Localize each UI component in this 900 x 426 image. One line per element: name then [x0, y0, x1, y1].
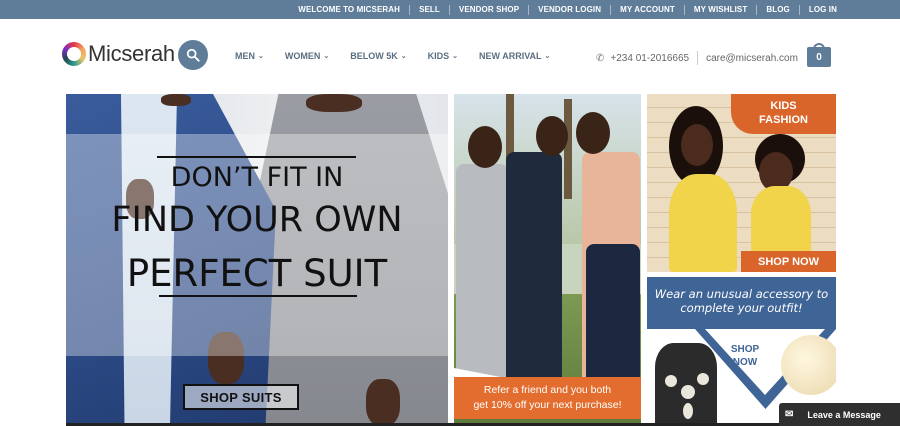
nav-item-new-arrival[interactable]: NEW ARRIVAL ⌄ — [479, 51, 550, 61]
top-link-vendor-login[interactable]: VENDOR LOGIN — [528, 4, 610, 15]
chevron-down-icon: ⌄ — [452, 53, 459, 60]
search-icon — [186, 48, 200, 62]
kids-fashion-badge: KIDS FASHION — [731, 94, 836, 134]
gem-image — [697, 373, 709, 385]
logo-icon — [62, 42, 86, 66]
girl-image — [751, 186, 811, 256]
chevron-down-icon: ⌄ — [258, 53, 264, 60]
top-bar: WELCOME TO MICSERAH SELL VENDOR SHOP VEN… — [0, 0, 900, 19]
nav-label: NEW ARRIVAL — [479, 51, 542, 61]
head-image — [468, 126, 502, 168]
shop-now-line-2: NOW — [732, 357, 758, 368]
refer-friend-promo[interactable]: Refer a friend and you both get 10% off … — [454, 377, 641, 419]
phone-icon: ✆ — [596, 52, 605, 64]
hero-rule-bottom — [159, 295, 357, 297]
shop-suits-button[interactable]: SHOP SUITS — [183, 384, 299, 410]
cart-count: 0 — [807, 47, 831, 67]
top-link-welcome[interactable]: WELCOME TO MICSERAH — [289, 5, 409, 15]
logo-text: Micserah — [88, 41, 175, 66]
cart-button[interactable]: 0 — [807, 43, 831, 67]
kids-shop-now-button[interactable]: SHOP NOW — [741, 251, 836, 272]
top-link-my-account[interactable]: MY ACCOUNT — [610, 4, 684, 15]
nav-label: WOMEN — [284, 51, 321, 61]
promo-line-2: get 10% off your next purchase! — [473, 399, 622, 411]
person-image — [506, 152, 562, 392]
refer-friend-banner[interactable]: Refer a friend and you both get 10% off … — [454, 94, 641, 426]
search-button[interactable] — [178, 40, 208, 70]
leave-message-widget[interactable]: ✉ Leave a Message — [779, 403, 900, 426]
gem-image — [681, 385, 695, 399]
palm-tree-image — [564, 99, 572, 199]
chevron-down-icon: ⌄ — [400, 53, 407, 60]
chevron-down-icon: ⌄ — [323, 53, 330, 60]
head-image — [536, 116, 568, 156]
hero-line-3: PERFECT SUIT — [126, 252, 388, 295]
shop-now-line-1: SHOP — [730, 344, 760, 355]
accessory-text: Wear an unusual accessory to complete yo… — [647, 287, 836, 315]
divider — [697, 51, 699, 65]
nav-item-men[interactable]: MEN ⌄ — [235, 51, 264, 61]
site-logo[interactable]: Micserah — [62, 40, 175, 68]
hat-image — [781, 335, 836, 395]
badge-line-2: FASHION — [759, 114, 808, 126]
top-link-blog[interactable]: BLOG — [756, 4, 799, 15]
nav-label: BELOW 5K — [350, 51, 398, 61]
hero-line-2: FIND YOUR OWN — [111, 200, 403, 240]
hero-rule-top — [157, 156, 356, 158]
email-link[interactable]: care@micserah.com — [706, 53, 798, 64]
nav-label: KIDS — [427, 51, 450, 61]
top-link-my-wishlist[interactable]: MY WISHLIST — [683, 4, 756, 15]
top-link-vendor-shop[interactable]: VENDOR SHOP — [448, 4, 528, 15]
main-nav: MEN ⌄ WOMEN ⌄ BELOW 5K ⌄ KIDS ⌄ NEW ARRI… — [235, 51, 571, 61]
top-link-log-in[interactable]: LOG IN — [798, 4, 846, 15]
hand-image — [366, 379, 400, 426]
gem-image — [683, 403, 693, 419]
top-link-sell[interactable]: SELL — [409, 4, 449, 15]
badge-line-1: KIDS — [770, 100, 797, 112]
gem-image — [665, 375, 677, 387]
face-image — [681, 124, 713, 166]
neck-image — [306, 94, 362, 112]
nav-label: MEN — [235, 51, 255, 61]
nav-item-below-5k[interactable]: BELOW 5K ⌄ — [350, 51, 406, 61]
person-image — [586, 244, 640, 394]
person-image — [456, 164, 508, 394]
chat-label: Leave a Message — [807, 409, 881, 420]
nav-item-women[interactable]: WOMEN ⌄ — [285, 51, 329, 61]
kids-fashion-banner[interactable]: KIDS FASHION SHOP NOW — [647, 94, 836, 272]
contact-info: ✆ +234 01-2016665 care@micserah.com — [596, 51, 798, 65]
promo-line-1: Refer a friend and you both — [483, 384, 612, 396]
phone-number[interactable]: +234 01-2016665 — [610, 53, 689, 64]
head-image — [576, 112, 610, 154]
neck-image — [161, 94, 191, 106]
accessory-line-2: complete your outfit! — [680, 301, 803, 315]
nav-item-kids[interactable]: KIDS ⌄ — [428, 51, 458, 61]
chevron-down-icon: ⌄ — [544, 53, 551, 60]
top-nav: WELCOME TO MICSERAH SELL VENDOR SHOP VEN… — [289, 0, 846, 19]
accessory-shop-now-button[interactable]: SHOP NOW — [725, 343, 765, 369]
hero-line-1: DON’T FIT IN — [170, 162, 344, 193]
message-icon: ✉ — [785, 409, 794, 420]
accessory-line-1: Wear an unusual accessory to — [654, 287, 829, 301]
hero-banner-suits[interactable]: DON’T FIT IN FIND YOUR OWN PERFECT SUIT … — [66, 94, 448, 426]
girl-image — [669, 174, 737, 272]
